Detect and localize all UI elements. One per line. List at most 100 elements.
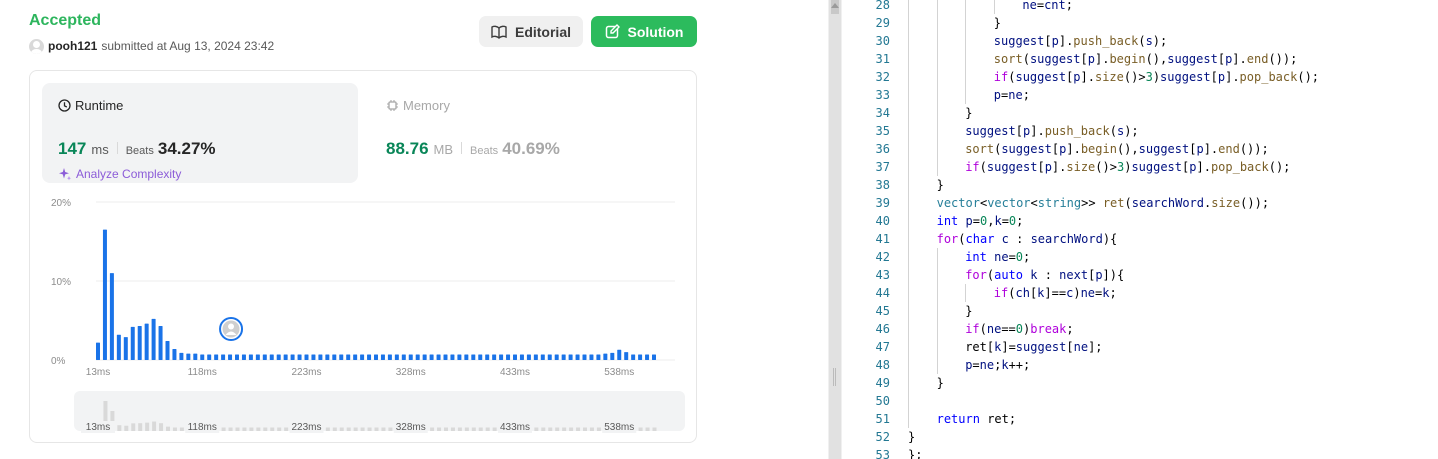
overview-bar bbox=[360, 427, 365, 431]
code-line[interactable]: vector<vector<string>> ret(searchWord.si… bbox=[937, 194, 1269, 212]
overview-bar bbox=[576, 427, 581, 431]
chart-bar bbox=[631, 354, 636, 360]
overview-bar bbox=[249, 427, 254, 431]
code-line[interactable]: int ne=0; bbox=[965, 248, 1030, 266]
code-line[interactable]: } bbox=[965, 104, 972, 122]
chart-bar bbox=[415, 354, 420, 360]
indent-guide bbox=[965, 0, 967, 104]
status-accepted: Accepted bbox=[29, 12, 102, 29]
chart-bar bbox=[568, 354, 573, 360]
chart-bar bbox=[387, 354, 392, 360]
overview-bar bbox=[367, 427, 372, 431]
line-number: 39 bbox=[875, 196, 890, 210]
line-number: 36 bbox=[875, 142, 890, 156]
chart-bar bbox=[297, 354, 302, 360]
submitted-time: submitted at Aug 13, 2024 23:42 bbox=[101, 39, 275, 53]
chart-bar bbox=[283, 354, 288, 360]
code-line[interactable]: } bbox=[937, 374, 944, 392]
indent-guide bbox=[936, 248, 938, 374]
overview-bar bbox=[179, 427, 184, 431]
overview-bar bbox=[270, 427, 275, 431]
user-avatar-icon[interactable] bbox=[29, 38, 44, 54]
chart-bar bbox=[325, 354, 330, 360]
code-line[interactable]: sort(suggest[p].begin(),suggest[p].end()… bbox=[965, 140, 1269, 158]
editorial-label: Editorial bbox=[514, 23, 571, 40]
y-tick-label: 20% bbox=[51, 198, 71, 209]
overview-tick-label: 538ms bbox=[604, 422, 634, 433]
chart-bar bbox=[353, 354, 358, 360]
chart-bar bbox=[471, 354, 476, 360]
code-line[interactable]: if(ne==0)break; bbox=[965, 320, 1073, 338]
chart-bar bbox=[96, 342, 100, 360]
scrollbar-track[interactable] bbox=[829, 0, 841, 459]
line-number: 30 bbox=[875, 34, 890, 48]
overview-bar bbox=[124, 425, 129, 431]
chart-bar bbox=[151, 318, 156, 360]
overview-bar bbox=[221, 427, 226, 431]
chart-bar bbox=[547, 354, 552, 360]
x-tick-label: 538ms bbox=[604, 367, 634, 378]
editorial-button[interactable]: Editorial bbox=[479, 16, 583, 47]
overview-bar bbox=[353, 427, 358, 431]
line-number: 52 bbox=[875, 430, 890, 444]
line-number: 48 bbox=[875, 358, 890, 372]
code-line[interactable]: } bbox=[937, 176, 944, 194]
chart-bar bbox=[158, 326, 163, 360]
submission-panel: Accepted pooh121 submitted at Aug 13, 20… bbox=[0, 0, 828, 459]
chart-bar bbox=[137, 326, 142, 360]
code-line[interactable]: } bbox=[994, 14, 1001, 32]
chart-bar bbox=[638, 354, 643, 360]
overview-bar bbox=[228, 427, 233, 431]
line-number: 51 bbox=[875, 412, 890, 426]
code-line[interactable]: ne=cnt; bbox=[1022, 0, 1073, 14]
code-line[interactable]: if(suggest[p].size()>3)suggest[p].pop_ba… bbox=[965, 158, 1290, 176]
chart-bar bbox=[408, 354, 413, 360]
overview-bar bbox=[159, 423, 164, 431]
overview-bar bbox=[583, 427, 587, 431]
line-number: 43 bbox=[875, 268, 890, 282]
code-line[interactable]: suggest[p].push_back(s); bbox=[965, 122, 1138, 140]
code-line[interactable]: ret[k]=suggest[ne]; bbox=[965, 338, 1102, 356]
chart-bar bbox=[276, 354, 281, 360]
overview-bar bbox=[381, 427, 386, 431]
code-line[interactable]: } bbox=[908, 428, 915, 446]
code-line[interactable]: p=ne;k++; bbox=[965, 356, 1030, 374]
solution-label: Solution bbox=[627, 23, 684, 40]
overview-bar bbox=[450, 427, 455, 431]
runtime-distribution-chart[interactable]: 20%10%0%13ms118ms223ms328ms433ms538ms644… bbox=[30, 71, 698, 444]
line-number: 37 bbox=[875, 160, 890, 174]
chart-bar bbox=[269, 354, 274, 360]
code-line[interactable]: if(ch[k]==c)ne=k; bbox=[994, 284, 1117, 302]
code-line[interactable]: p=ne; bbox=[994, 86, 1030, 104]
overview-bar bbox=[645, 427, 650, 431]
code-line[interactable]: int p=0,k=0; bbox=[937, 212, 1024, 230]
overview-bar bbox=[638, 427, 643, 431]
line-number: 40 bbox=[875, 214, 890, 228]
overview-tick-label: 223ms bbox=[291, 422, 321, 433]
scroll-up-icon[interactable] bbox=[831, 3, 839, 8]
code-line[interactable]: }; bbox=[908, 446, 922, 459]
overview-bar bbox=[374, 427, 379, 431]
code-editor[interactable]: 28 29 30 31 32 33 34 35 36 37 38 39 40 41 42 43 44 45 46 47… bbox=[842, 0, 1438, 459]
code-line[interactable]: } bbox=[965, 302, 972, 320]
code-line[interactable]: suggest[p].push_back(s); bbox=[994, 32, 1167, 50]
y-tick-label: 0% bbox=[51, 356, 66, 367]
code-line[interactable]: for(auto k : next[p]){ bbox=[965, 266, 1124, 284]
code-line[interactable]: for(char c : searchWord){ bbox=[937, 230, 1118, 248]
code-line[interactable]: return ret; bbox=[937, 410, 1017, 428]
chart-bar bbox=[367, 354, 372, 360]
code-line[interactable]: sort(suggest[p].begin(),suggest[p].end()… bbox=[994, 50, 1298, 68]
line-number: 33 bbox=[875, 88, 890, 102]
line-number: 44 bbox=[875, 286, 890, 300]
overview-bar bbox=[562, 427, 567, 431]
solution-button[interactable]: Solution bbox=[591, 16, 697, 47]
code-line[interactable]: if(suggest[p].size()>3)suggest[p].pop_ba… bbox=[994, 68, 1319, 86]
panel-divider[interactable] bbox=[828, 0, 842, 459]
chart-bar bbox=[617, 349, 622, 360]
username-link[interactable]: pooh121 bbox=[48, 39, 97, 53]
resize-handle[interactable] bbox=[833, 368, 836, 386]
chart-bar bbox=[519, 354, 524, 360]
x-tick-label: 118ms bbox=[188, 367, 217, 378]
line-number: 29 bbox=[875, 16, 890, 30]
line-number: 35 bbox=[875, 124, 890, 138]
